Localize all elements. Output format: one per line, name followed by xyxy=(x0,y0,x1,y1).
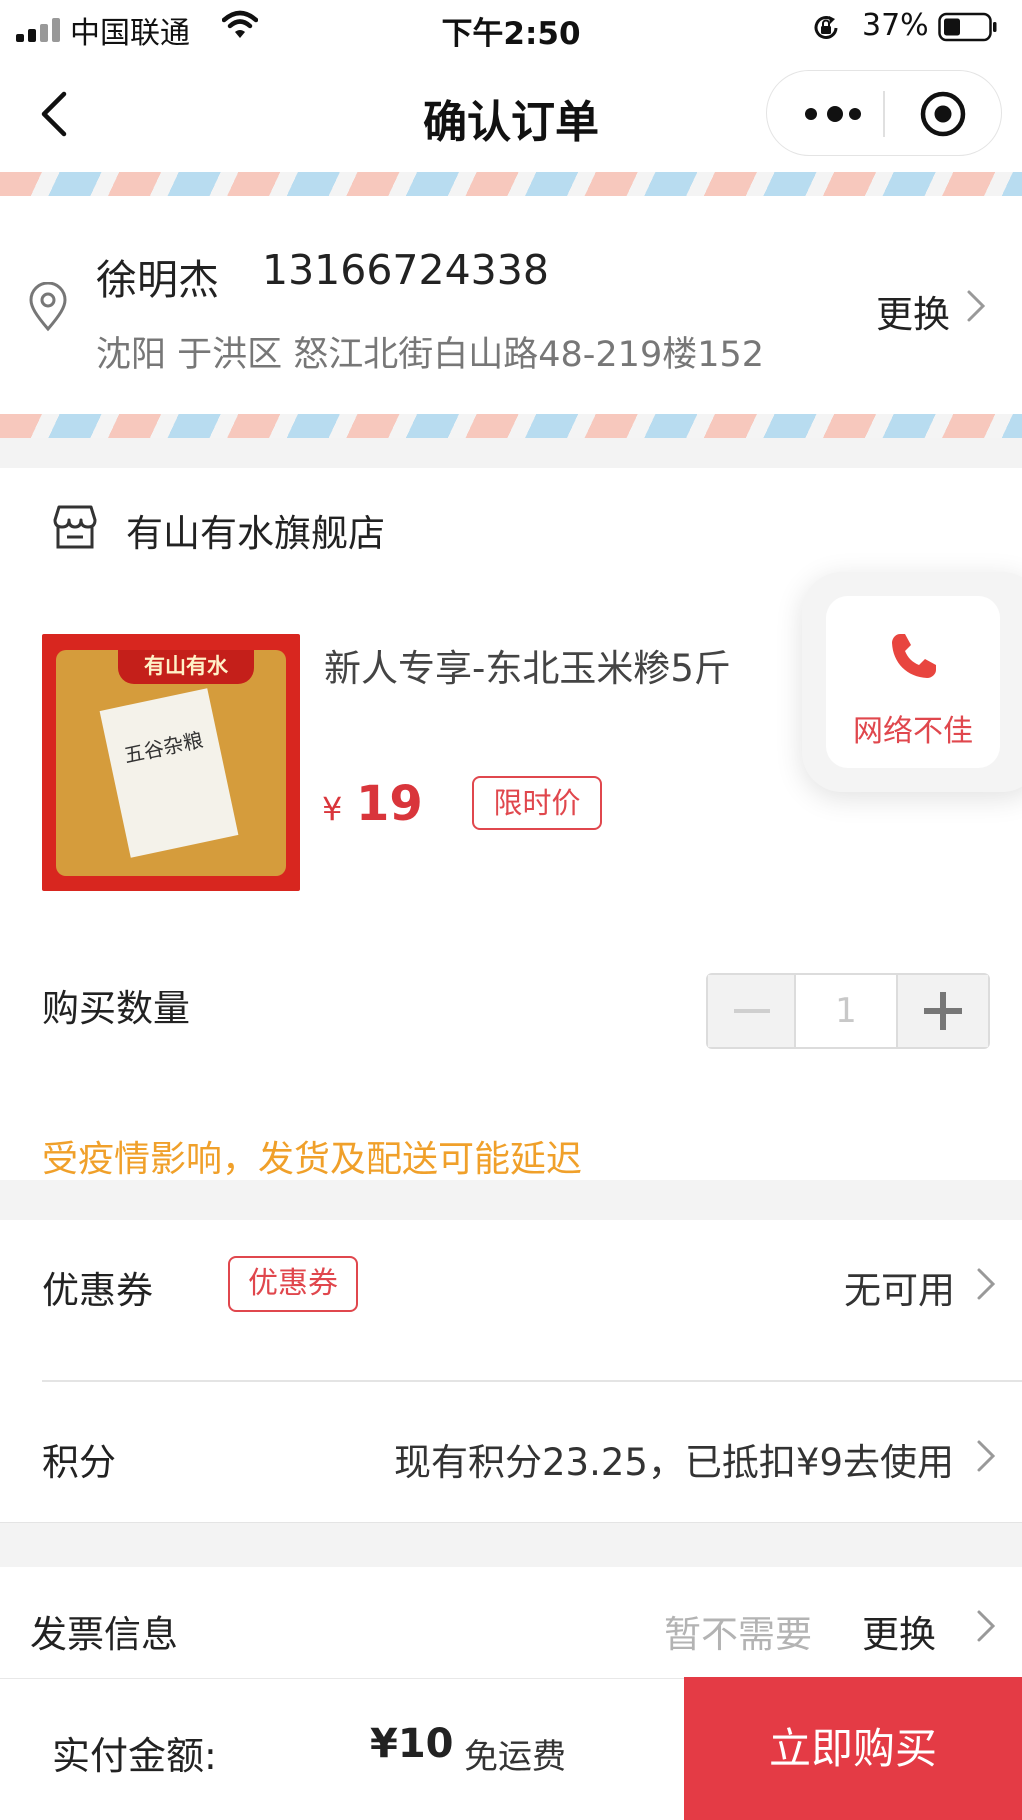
checkout-bar: 实付金额: ¥10 免运费 立即购买 xyxy=(0,1677,1022,1820)
section-gap xyxy=(0,1180,1022,1220)
change-invoice-button[interactable]: 更换 xyxy=(862,1604,936,1658)
network-card[interactable]: 网络不佳 xyxy=(826,596,1000,768)
chevron-right-icon xyxy=(977,1268,996,1300)
coupon-label: 优惠券 xyxy=(42,1269,153,1312)
chevron-right-icon xyxy=(967,290,986,322)
product-title: 新人专享-东北玉米糁5斤 xyxy=(324,647,731,690)
network-float-widget[interactable]: 网络不佳 xyxy=(802,572,1022,792)
product-package: 有山有水 五谷杂粮 xyxy=(56,650,286,876)
shipping-note: 免运费 xyxy=(464,1737,566,1777)
close-miniprogram-icon[interactable] xyxy=(919,90,967,138)
buy-now-button[interactable]: 立即购买 xyxy=(684,1677,1022,1820)
change-address-button[interactable]: 更换 xyxy=(876,284,950,338)
delivery-delay-notice: 受疫情影响，发货及配送可能延迟 xyxy=(42,1139,583,1180)
more-icon[interactable] xyxy=(805,99,863,129)
miniprogram-capsule xyxy=(766,70,1002,156)
store-icon xyxy=(53,505,97,549)
coupon-value: 无可用 xyxy=(844,1269,955,1312)
store-name[interactable]: 有山有水旗舰店 xyxy=(126,503,385,557)
capsule-divider xyxy=(883,91,885,137)
limited-price-badge: 限时价 xyxy=(472,776,602,830)
chevron-right-icon xyxy=(977,1440,996,1472)
quantity-value[interactable]: 1 xyxy=(796,975,896,1047)
section-gap xyxy=(0,1522,1022,1567)
airmail-stripe-top xyxy=(0,172,1022,196)
battery-icon xyxy=(938,12,997,42)
pay-amount: ¥10 xyxy=(370,1721,454,1767)
status-bar: 中国联通 下午2:50 37% xyxy=(0,0,1022,56)
phone-icon xyxy=(892,634,936,678)
airmail-stripe-bottom xyxy=(0,414,1022,438)
section-gap xyxy=(0,438,1022,468)
network-status-label: 网络不佳 xyxy=(853,714,973,749)
pay-amount-label: 实付金额: xyxy=(52,1734,217,1778)
product-price: 19 xyxy=(356,776,423,832)
points-label: 积分 xyxy=(42,1441,116,1484)
invoice-label: 发票信息 xyxy=(30,1613,178,1656)
invoice-status: 暂不需要 xyxy=(664,1613,812,1656)
battery-percent: 37% xyxy=(862,8,929,43)
points-value: 现有积分23.25，已抵扣¥9去使用 xyxy=(394,1441,955,1484)
location-pin-icon xyxy=(29,282,67,332)
price-currency: ¥ xyxy=(322,790,343,828)
coupon-badge: 优惠券 xyxy=(228,1256,358,1312)
address-detail: 沈阳 于洪区 怒江北街白山路48-219楼152 xyxy=(96,335,765,375)
nav-bar: 确认订单 xyxy=(0,56,1022,174)
product-image: 有山有水 五谷杂粮 xyxy=(42,634,300,891)
chevron-right-icon xyxy=(977,1610,996,1642)
quantity-stepper: 1 xyxy=(706,973,990,1049)
product-image-banner: 有山有水 xyxy=(118,650,254,684)
rotation-lock-icon xyxy=(814,16,838,39)
increase-button[interactable] xyxy=(896,975,988,1047)
quantity-label: 购买数量 xyxy=(42,987,190,1030)
recipient-phone: 13166724338 xyxy=(262,246,549,294)
decrease-button[interactable] xyxy=(708,975,796,1047)
recipient-name: 徐明杰 xyxy=(96,256,219,304)
product-image-label: 五谷杂粮 xyxy=(99,688,239,858)
